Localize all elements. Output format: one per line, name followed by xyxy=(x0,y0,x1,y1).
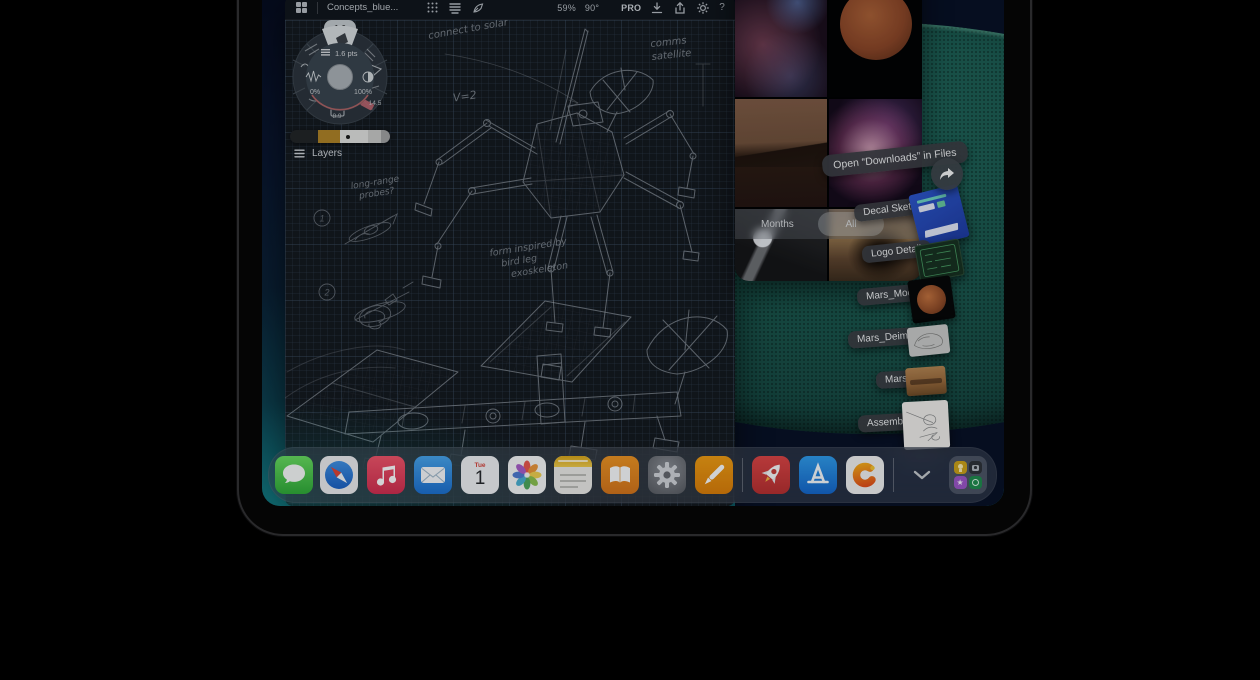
mini-lightbulb-icon xyxy=(954,461,967,474)
dock-notes-icon[interactable] xyxy=(554,456,592,494)
dock-divider xyxy=(742,458,743,492)
share-forward-button[interactable] xyxy=(931,158,963,190)
dock-books-icon[interactable] xyxy=(601,456,639,494)
photo-nebula-horsehead[interactable] xyxy=(735,0,827,97)
sketch-number-2: 2 xyxy=(323,288,329,298)
pro-badge[interactable]: PRO xyxy=(621,3,641,13)
stroke-size-label: 1.6 pts xyxy=(335,49,358,58)
photo-mars-globe[interactable] xyxy=(829,0,922,97)
palette-swatch-gold[interactable] xyxy=(318,130,340,143)
dock-mail-icon[interactable] xyxy=(414,456,452,494)
photos-app-window: Months All xyxy=(735,0,922,281)
drag-thumb-mars-model[interactable] xyxy=(907,275,956,324)
mini-star-icon: ★ xyxy=(954,476,967,489)
filter-months[interactable]: Months xyxy=(761,219,794,230)
color-palette-bar[interactable] xyxy=(290,130,390,143)
help-button[interactable]: ? xyxy=(719,2,725,13)
import-icon[interactable] xyxy=(650,1,664,15)
sketch-number-1: 1 xyxy=(319,214,324,224)
calendar-day: 1 xyxy=(461,469,499,488)
dock-photos-icon[interactable] xyxy=(508,456,546,494)
dock-app-library-icon[interactable]: ★ xyxy=(949,456,987,494)
mini-camera-icon xyxy=(969,461,982,474)
chevron-down-icon xyxy=(913,470,931,480)
layers-lines-icon[interactable] xyxy=(448,1,462,14)
palette-swatch-black[interactable] xyxy=(290,130,318,143)
dock-sketch-pen-icon[interactable] xyxy=(695,456,733,494)
export-icon[interactable] xyxy=(673,1,687,15)
document-title[interactable]: Concepts_blue... xyxy=(327,2,398,13)
dock: Tue 1 xyxy=(268,447,997,503)
size-value-a: 8.9 xyxy=(332,113,341,120)
dock-calendar-icon[interactable]: Tue 1 xyxy=(461,456,499,494)
ipad-screen: Concepts_blue... xyxy=(262,0,1004,506)
layers-button[interactable]: Layers xyxy=(294,148,342,159)
dock-settings-icon[interactable] xyxy=(648,456,686,494)
tool-wheel[interactable]: 1.6 xyxy=(285,13,401,135)
color-puck[interactable] xyxy=(328,65,353,90)
pen-nib-icon[interactable] xyxy=(471,1,485,15)
dock-appstore-icon[interactable] xyxy=(799,456,837,494)
zoom-level[interactable]: 59% xyxy=(557,3,576,13)
dock-collapse-button[interactable] xyxy=(910,464,934,486)
dock-divider xyxy=(893,458,894,492)
mini-clock-icon xyxy=(969,476,982,489)
opacity-min: 0% xyxy=(310,89,320,96)
concepts-toolbar: Concepts_blue... xyxy=(285,0,735,20)
dots-grid-icon[interactable] xyxy=(426,1,439,14)
size-value-b: 14.5 xyxy=(369,100,382,107)
drag-thumb-mars-photo[interactable] xyxy=(905,366,947,397)
settings-gear-icon[interactable] xyxy=(696,1,710,15)
opacity-max: 100% xyxy=(354,89,372,96)
drag-thumb-mars-deimos[interactable] xyxy=(907,324,951,357)
concepts-app-window: Concepts_blue... xyxy=(285,0,735,506)
palette-swatch-white[interactable] xyxy=(340,130,368,143)
rotation-angle[interactable]: 90° xyxy=(585,3,599,13)
toolbar-separator xyxy=(317,2,318,14)
forward-arrow-icon xyxy=(939,167,955,181)
dock-concepts-icon[interactable] xyxy=(846,456,884,494)
dock-messages-icon[interactable] xyxy=(275,456,313,494)
dock-safari-icon[interactable] xyxy=(320,456,358,494)
dock-music-icon[interactable] xyxy=(367,456,405,494)
palette-swatch-lightgray[interactable] xyxy=(368,130,381,143)
drag-thumb-assembly[interactable] xyxy=(902,400,950,450)
filter-all: All xyxy=(845,219,856,230)
app-grid-icon[interactable] xyxy=(295,1,308,14)
hamburger-icon xyxy=(294,149,305,158)
photo-mars-landscape[interactable] xyxy=(735,99,827,207)
dock-rocket-icon[interactable] xyxy=(752,456,790,494)
stage: Concepts_blue... xyxy=(0,0,1260,680)
layers-label: Layers xyxy=(312,148,342,159)
palette-selected-dot xyxy=(346,135,350,139)
